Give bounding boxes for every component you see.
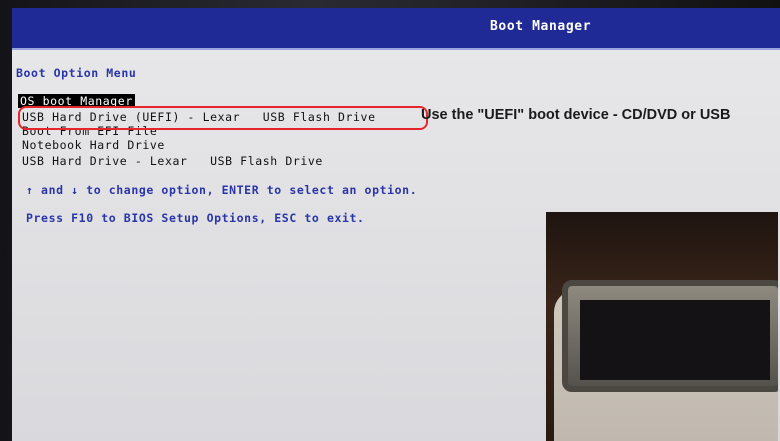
title-bar: Boot Manager: [12, 8, 780, 50]
help-navigate-text: ↑ and ↓ to change option, ENTER to selec…: [26, 183, 418, 197]
uefi-highlight-outline: [18, 106, 428, 130]
help-exit-text: Press F10 to BIOS Setup Options, ESC to …: [26, 211, 365, 225]
uefi-annotation: Use the "UEFI" boot device - CD/DVD or U…: [421, 107, 731, 123]
page-title: Boot Manager: [490, 19, 592, 34]
laptop-screen-image: [562, 280, 778, 392]
boot-option-menu-heading: Boot Option Menu: [16, 66, 137, 80]
boot-item-notebook-hdd[interactable]: Notebook Hard Drive: [22, 138, 165, 152]
laptop-photo-inset: [546, 212, 778, 441]
laptop-screen-inner: [580, 300, 770, 380]
boot-item-usb-legacy[interactable]: USB Hard Drive - Lexar USB Flash Drive: [22, 154, 323, 168]
